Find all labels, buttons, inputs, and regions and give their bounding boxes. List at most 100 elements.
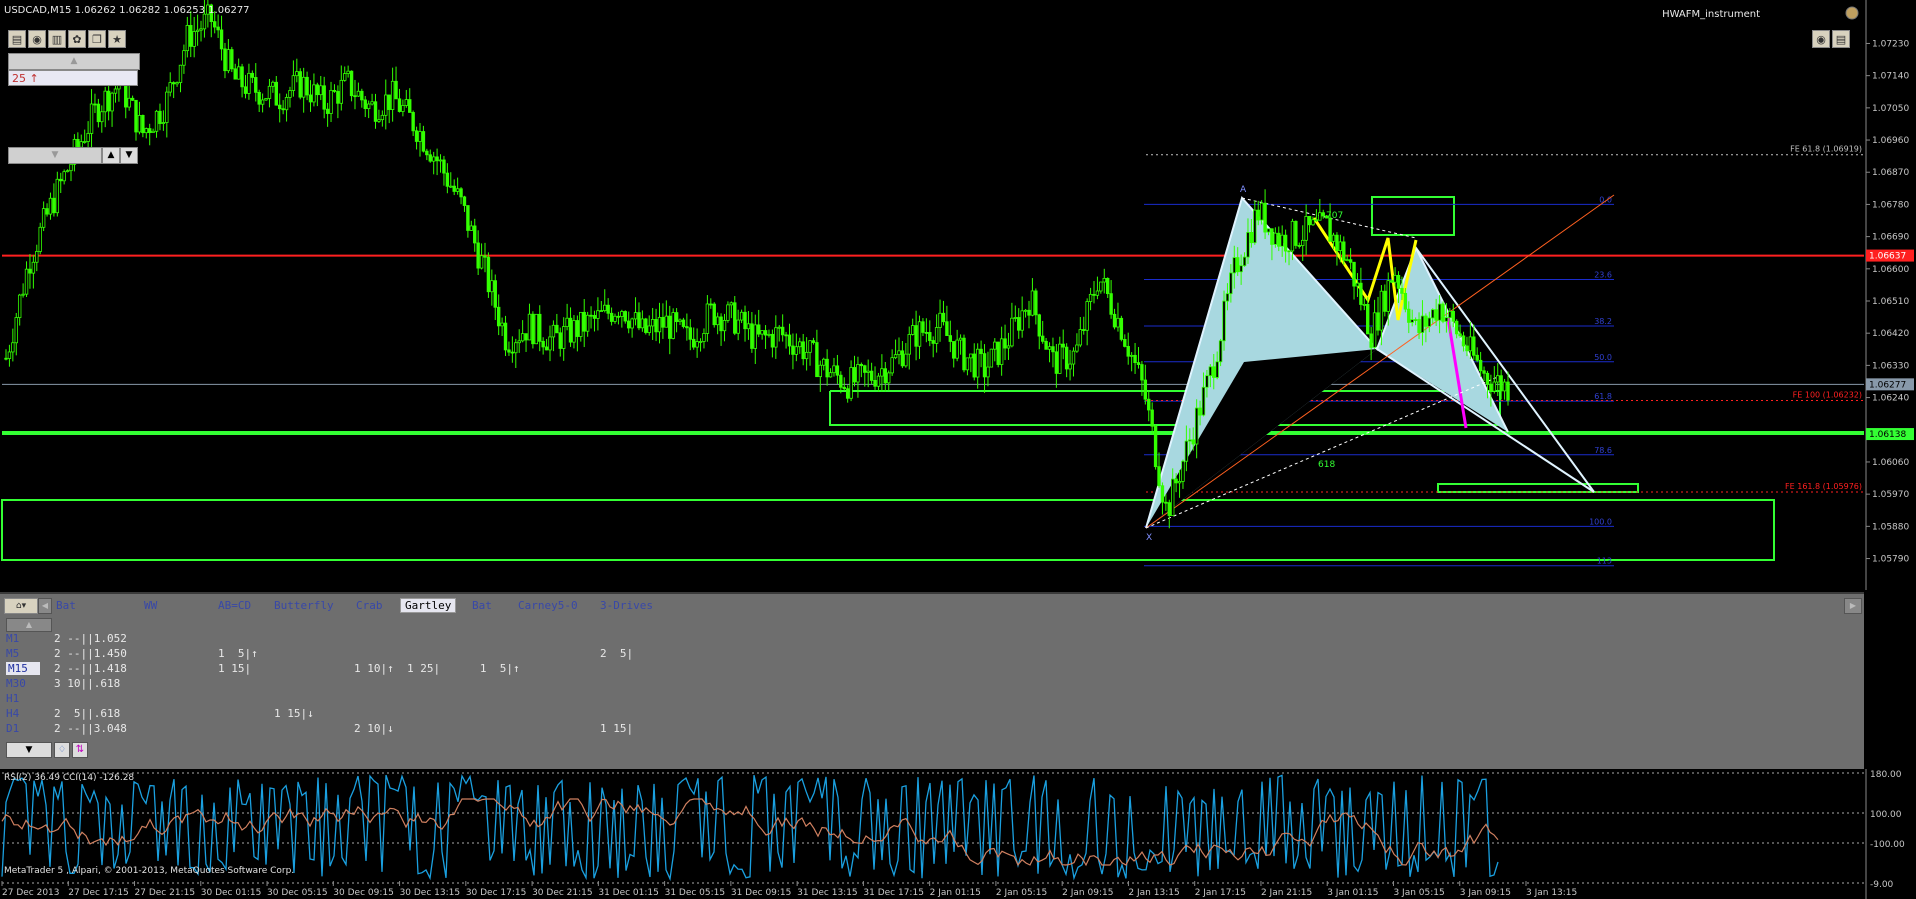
price-candle xyxy=(1294,220,1298,249)
tab-ww[interactable]: WW xyxy=(144,599,157,612)
candle-body xyxy=(777,326,781,329)
candle-body xyxy=(1171,478,1175,516)
sort-arrows-icon[interactable]: ⇅ xyxy=(72,742,88,758)
candle-body xyxy=(17,294,22,318)
indicator-settings-icon[interactable] xyxy=(1845,6,1859,20)
candle-body xyxy=(845,388,850,399)
pattern-cell[interactable]: 2 --||1.418 xyxy=(54,662,127,675)
timeframe-m15[interactable]: M15 xyxy=(6,662,40,675)
candle-body xyxy=(835,365,840,376)
candle-body xyxy=(989,348,994,368)
pattern-cell[interactable]: 2 5| xyxy=(600,647,633,660)
price-candle xyxy=(712,302,716,328)
copy-icon[interactable]: ❐ xyxy=(88,30,106,48)
panel-scroll-down[interactable]: ▼ xyxy=(6,742,52,758)
panel-home-icon[interactable]: ⌂▾ xyxy=(4,598,38,614)
counter-field[interactable]: 25 ↑ xyxy=(8,70,138,86)
candle-body xyxy=(1099,281,1103,292)
pattern-cell[interactable]: 1 5|↑ xyxy=(218,647,258,660)
scroll-up-bar[interactable]: ▲ xyxy=(8,53,140,70)
candle-body xyxy=(1424,315,1428,327)
tab-bat-2[interactable]: Bat xyxy=(472,599,492,612)
candle-body xyxy=(589,314,593,317)
candle-body xyxy=(7,351,12,359)
pattern-cell[interactable]: 3 10||.618 xyxy=(54,677,120,690)
oscillator-chart[interactable]: 180.00 100.00 -100.00 -9.00 RSI(2) 36.49 CC… xyxy=(0,769,1916,899)
candle-body xyxy=(1489,383,1493,392)
candle-body xyxy=(1314,219,1319,222)
candle-body xyxy=(291,75,296,91)
panel-prev-tab-icon[interactable]: ◀ xyxy=(38,598,52,614)
time-tick-label: 2 Jan 13:15 xyxy=(1128,888,1179,898)
candle-body xyxy=(325,108,330,114)
candle-body xyxy=(1047,346,1052,350)
candle-body xyxy=(288,90,292,98)
timeframe-h1[interactable]: H1 xyxy=(6,692,19,705)
candle-body xyxy=(1396,274,1401,289)
candle-body xyxy=(1160,485,1165,503)
candle-body xyxy=(213,21,217,28)
pattern-cell[interactable]: 1 15| xyxy=(600,722,633,735)
candle-body xyxy=(110,92,114,112)
candle-body xyxy=(1082,329,1086,331)
spin-up-button[interactable]: ▲ xyxy=(102,147,120,164)
open-folder-icon[interactable]: ▤ xyxy=(8,30,26,48)
visibility-eye-icon[interactable]: ◉ xyxy=(1812,30,1830,48)
candle-body xyxy=(1389,280,1394,283)
candle-body xyxy=(1287,250,1291,253)
candle-body xyxy=(811,340,816,343)
main-price-chart[interactable]: 0.0 23.6 38.2 50.0 61.8 78.6 100.0 113 FE 61.8 … xyxy=(0,0,1916,590)
pattern-cell[interactable]: 1 15| xyxy=(218,662,251,675)
pattern-cell[interactable]: 2 --||3.048 xyxy=(54,722,127,735)
timeframe-h4[interactable]: H4 xyxy=(6,707,19,720)
scroll-down-bar[interactable]: ▼ xyxy=(8,147,102,164)
tab-crab[interactable]: Crab xyxy=(356,599,383,612)
candle-body xyxy=(127,97,131,108)
settings-icon[interactable]: ✿ xyxy=(68,30,86,48)
candle-body xyxy=(794,346,799,355)
tab-3-drives[interactable]: 3-Drives xyxy=(600,599,653,612)
candle-body xyxy=(524,333,528,341)
candle-body xyxy=(452,185,456,192)
scroll-up-icon: ▲ xyxy=(70,56,78,66)
timeframe-d1[interactable]: D1 xyxy=(6,722,19,735)
tab-butterfly[interactable]: Butterfly xyxy=(274,599,334,612)
candle-body xyxy=(1102,277,1106,283)
candle-body xyxy=(695,341,699,348)
candle-body xyxy=(825,358,829,378)
folder-icon[interactable]: ▤ xyxy=(1832,30,1850,48)
pattern-cell[interactable]: 2 10|↓ xyxy=(354,722,394,735)
pattern-cell[interactable]: 1 10|↑ 1 25| 1 5|↑ xyxy=(354,662,520,675)
candle-body xyxy=(134,99,138,133)
time-tick-label: 27 Dec 2013 xyxy=(2,888,60,898)
tab-bat[interactable]: Bat xyxy=(56,599,76,612)
candle-body xyxy=(890,357,894,374)
timeframe-m1[interactable]: M1 xyxy=(6,632,19,645)
bulb-icon[interactable]: ♢ xyxy=(54,742,70,758)
candle-body xyxy=(284,97,289,111)
panel-scroll-up[interactable]: ▲ xyxy=(6,618,52,632)
candle-body xyxy=(267,85,272,99)
tab-gartley[interactable]: Gartley xyxy=(400,598,457,613)
candle-body xyxy=(572,320,576,343)
pattern-cell[interactable]: 2 --||1.052 xyxy=(54,632,127,645)
candle-body xyxy=(582,311,586,332)
candle-body xyxy=(746,323,751,330)
star-icon[interactable]: ★ xyxy=(108,30,126,48)
candle-body xyxy=(969,353,973,359)
timeframe-m30[interactable]: M30 xyxy=(6,677,26,690)
candle-body xyxy=(544,346,549,351)
candle-body xyxy=(1064,346,1069,370)
spin-down-button[interactable]: ▼ xyxy=(120,147,138,164)
candle-body xyxy=(616,315,621,318)
tab-abcd[interactable]: AB=CD xyxy=(218,599,251,612)
eye-icon[interactable]: ◉ xyxy=(28,30,46,48)
trash-icon[interactable]: ▥ xyxy=(48,30,66,48)
timeframe-m5[interactable]: M5 xyxy=(6,647,19,660)
panel-next-tab-icon[interactable]: ▶ xyxy=(1844,598,1862,614)
pattern-cell[interactable]: 2 5||.618 xyxy=(54,707,120,720)
tab-carney[interactable]: Carney5-0 xyxy=(518,599,578,612)
pattern-cell[interactable]: 2 --||1.450 xyxy=(54,647,127,660)
candle-body xyxy=(849,367,853,399)
pattern-cell[interactable]: 1 15|↓ xyxy=(274,707,314,720)
